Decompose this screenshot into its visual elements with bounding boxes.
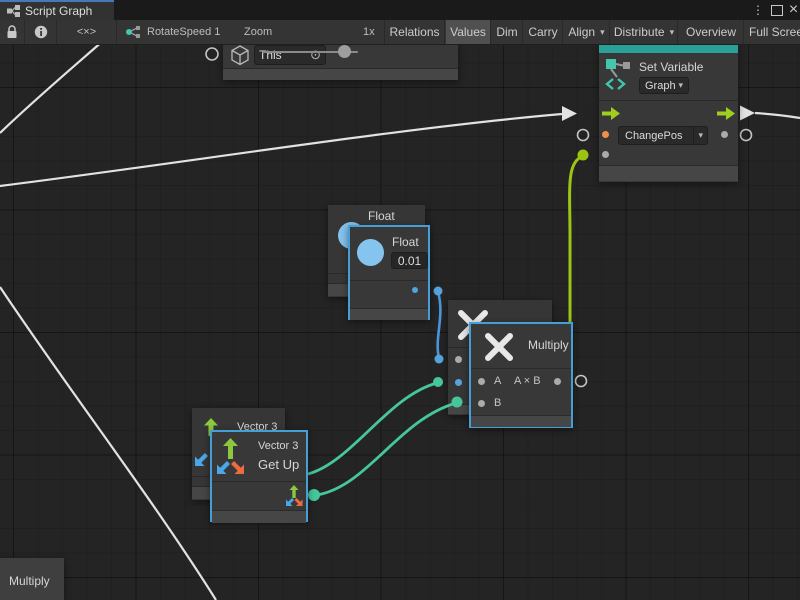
float-value: 0.01 (398, 254, 421, 268)
node-footer (212, 510, 306, 523)
graph-toolbar: <×> RotateSpeed 1 Zoom 1x Relations Valu… (0, 20, 800, 45)
node-set-variable[interactable]: Set Variable Graph ▾ ChangePos ▾ (599, 44, 738, 182)
node-multiply-corner[interactable]: Multiply (0, 558, 64, 600)
input-port[interactable] (455, 379, 462, 386)
port-a-label: A (494, 375, 501, 387)
distribute-label: Distribute (614, 25, 665, 39)
unity-visual-scripting-window: Float Vector 3 Multiply (0, 0, 800, 600)
this-object-field[interactable]: This ⊙ (254, 45, 326, 65)
vector3-mini-icon[interactable] (284, 485, 304, 508)
lock-icon (6, 25, 18, 39)
zoom-value: 1x (363, 20, 375, 44)
flow-input-arrow[interactable] (602, 107, 620, 120)
info-icon (34, 25, 48, 39)
script-graph-icon (7, 5, 20, 17)
zoom-slider-handle[interactable] (338, 45, 351, 58)
node-footer (471, 415, 571, 427)
variable-kind-bar (599, 44, 738, 53)
variable-kind-dropdown[interactable]: Graph ▾ (639, 77, 689, 94)
vector3-downleft-arrow-icon (195, 453, 208, 466)
tab-script-graph[interactable]: Script Graph (0, 0, 114, 20)
divider (599, 100, 738, 101)
values-button[interactable]: Values (446, 20, 491, 44)
target-picker-icon[interactable]: ⊙ (310, 47, 321, 63)
input-port[interactable] (455, 356, 462, 363)
multiply-icon (480, 328, 518, 366)
output-port[interactable] (554, 378, 561, 385)
input-port-b[interactable] (478, 400, 485, 407)
kind-dropdown-value: Graph (645, 80, 676, 92)
node-title: Multiply (9, 574, 50, 588)
chevron-down-icon: ▾ (678, 80, 683, 91)
node-title: Float (368, 209, 395, 223)
carry-button[interactable]: Carry (524, 20, 563, 44)
variable-name-port[interactable] (602, 131, 609, 138)
fullscreen-button[interactable]: Full Screen (745, 20, 800, 44)
node-float[interactable]: Float 0.01 (348, 225, 430, 320)
code-preview-button[interactable]: <×> (57, 20, 117, 44)
info-button[interactable] (25, 20, 57, 44)
chevron-down-icon: ▾ (670, 27, 675, 38)
port-b-label: B (494, 397, 501, 409)
float-icon (357, 239, 384, 266)
graph-breadcrumb[interactable]: RotateSpeed 1 (125, 20, 220, 44)
relations-button[interactable]: Relations (384, 20, 445, 44)
node-title: Set Variable (639, 60, 703, 74)
maximize-icon (771, 5, 783, 16)
node-footer (223, 68, 458, 80)
node-multiply[interactable]: Multiply A A × B B (469, 322, 573, 428)
window-menu-button[interactable]: ⋮ (750, 0, 766, 20)
window-close-button[interactable]: × (787, 0, 800, 20)
align-dropdown-button[interactable]: Align ▾ (564, 20, 610, 44)
input-port-a[interactable] (478, 378, 485, 385)
float-value-field[interactable]: 0.01 (391, 252, 428, 269)
divider (350, 280, 428, 281)
graph-name: RotateSpeed 1 (147, 26, 220, 38)
node-title: Vector 3 (258, 440, 298, 452)
chevron-down-icon: ▾ (600, 27, 605, 38)
divider (471, 368, 571, 369)
result-label: A × B (514, 375, 541, 387)
vector3-downright-arrow-icon (231, 461, 244, 474)
output-port[interactable] (721, 131, 728, 138)
zoom-label: Zoom (244, 20, 272, 44)
variable-dropdown-value: ChangePos (619, 130, 693, 142)
value-input-port[interactable] (602, 151, 609, 158)
window-maximize-button[interactable] (768, 0, 786, 20)
node-subtitle: Get Up (258, 457, 299, 472)
chevron-down-icon: ▾ (693, 127, 707, 144)
set-variable-icon (604, 57, 632, 90)
flow-output-arrow[interactable] (717, 107, 735, 120)
dim-button[interactable]: Dim (492, 20, 523, 44)
variable-select-dropdown[interactable]: ChangePos ▾ (618, 126, 708, 145)
graph-asset-icon (125, 25, 141, 39)
cube-icon (230, 45, 250, 66)
align-label: Align (568, 25, 595, 39)
node-title: Float (392, 235, 419, 249)
divider (212, 481, 306, 482)
node-vector3-get-up[interactable]: Vector 3 Get Up (210, 430, 308, 522)
window-tab-bar: Script Graph ⋮ × (0, 0, 800, 20)
vector3-up-arrow-icon (223, 438, 238, 459)
output-port[interactable] (412, 287, 418, 293)
distribute-dropdown-button[interactable]: Distribute ▾ (611, 20, 678, 44)
node-footer (350, 308, 428, 320)
node-footer (599, 165, 738, 181)
lock-button[interactable] (0, 20, 25, 44)
node-title: Multiply (528, 338, 569, 352)
overview-button[interactable]: Overview (679, 20, 744, 44)
vector3-downleft-arrow-icon (217, 461, 230, 474)
tab-title: Script Graph (25, 4, 92, 18)
